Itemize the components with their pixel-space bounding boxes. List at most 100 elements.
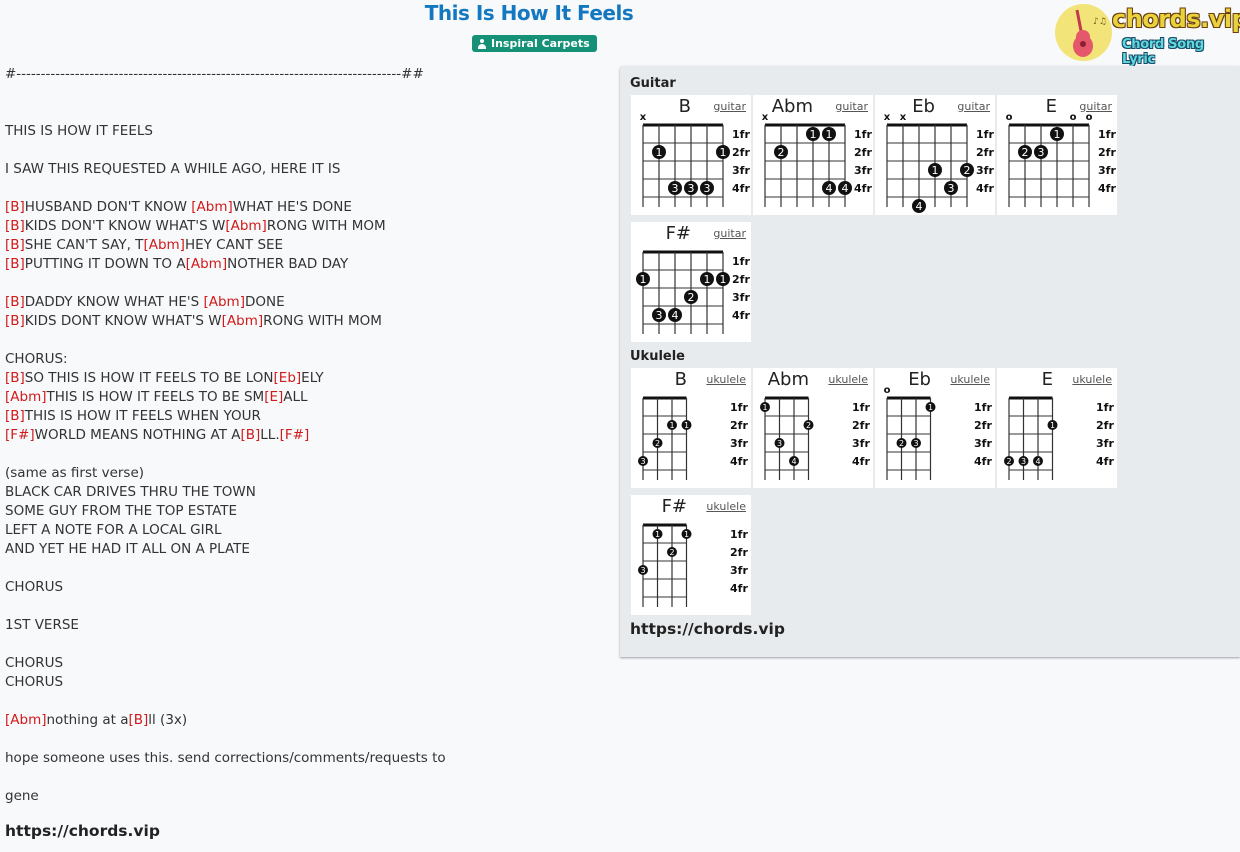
guitar-type-link[interactable]: guitar [713, 227, 746, 240]
ukulele-type-link[interactable]: ukulele [950, 373, 990, 386]
chord-link[interactable]: [Abm] [203, 294, 245, 310]
footer-site-link[interactable]: https://chords.vip [5, 822, 160, 840]
finger-number: 1 [932, 164, 939, 177]
chord-link[interactable]: [B] [5, 370, 25, 386]
chord-link[interactable]: [B] [5, 218, 25, 234]
chord-link[interactable]: [B] [5, 313, 25, 329]
ukulele-type-link[interactable]: ukulele [1072, 373, 1112, 386]
chord-link[interactable]: [Abm] [191, 199, 233, 215]
ukulele-type-link[interactable]: ukulele [828, 373, 868, 386]
finger-number: 1 [684, 530, 689, 539]
guitar-chord-card[interactable]: 1fr 2fr 3fr 4fr 1 1 1 2 3 4 F# guitar [631, 222, 751, 342]
chord-link[interactable]: [B] [5, 237, 25, 253]
muted-string-marker: x [640, 112, 647, 123]
finger-number: 3 [913, 439, 918, 448]
chord-name: B [678, 96, 691, 117]
lyric-text: gene [5, 788, 39, 804]
fret-label: 1fr [732, 128, 750, 141]
chord-link[interactable]: [F#] [280, 427, 310, 443]
fret-label: 1fr [974, 401, 992, 414]
fret-label: 4fr [974, 455, 992, 468]
fret-label: 4fr [732, 182, 750, 195]
lyric-line: SOME GUY FROM THE TOP ESTATE [5, 502, 605, 521]
nut [1009, 396, 1053, 400]
chord-link[interactable]: [Abm] [143, 237, 185, 253]
ukulele-chord-card[interactable]: 1fr 2fr 3fr 4fr 1 1 2 3 F# ukulele [631, 495, 751, 615]
artist-badge[interactable]: Inspiral Carpets [472, 35, 597, 52]
finger-number: 2 [669, 548, 674, 557]
fret-label: 4fr [852, 455, 870, 468]
fret-label: 3fr [1096, 437, 1114, 450]
ukulele-type-link[interactable]: ukulele [706, 373, 746, 386]
finger-number: 3 [688, 182, 695, 195]
finger-number: 4 [672, 309, 679, 322]
lyric-text: NOTHER BAD DAY [227, 256, 349, 272]
finger-number: 2 [688, 291, 695, 304]
lyric-text: CHORUS: [5, 351, 68, 367]
chord-link[interactable]: [Abm] [222, 313, 264, 329]
lyric-line: CHORUS: [5, 350, 605, 369]
nut [765, 123, 845, 127]
ukulele-chord-card[interactable]: 1fr 2fr 3fr 4fr 1 1 2 3 Bukulele [631, 368, 751, 488]
lyric-line: CHORUS [5, 654, 605, 673]
chord-link[interactable]: [E] [264, 389, 283, 405]
ukulele-fretboard: o 1fr 2fr 3fr 4fr 1 2 3 [884, 385, 992, 480]
guitar-chord-card[interactable]: x 1fr 2fr 3fr 4fr 1 1 2 4 4 Abm guitar [753, 95, 873, 215]
lyric-line: AND YET HE HAD IT ALL ON A PLATE [5, 540, 605, 559]
chord-diagrams-panel: Guitar x 1fr 2fr 3fr 4fr 1 1 3 3 3 Bguitar x 1fr 2fr 3… [620, 66, 1240, 657]
fret-label: 2fr [732, 146, 750, 159]
chord-link[interactable]: [Abm] [225, 218, 267, 234]
chord-link[interactable]: [B] [5, 408, 25, 424]
ukulele-type-link[interactable]: ukulele [706, 500, 746, 513]
guitar-chord-card[interactable]: x 1fr 2fr 3fr 4fr 1 1 3 3 3 Bguitar [631, 95, 751, 215]
muted-string-marker: x [762, 112, 769, 123]
lyric-line: [B]SHE CAN'T SAY, T[Abm]HEY CANT SEE [5, 236, 605, 255]
fret-label: 4fr [730, 455, 748, 468]
lyric-line [5, 445, 605, 464]
guitar-chord-card[interactable]: x x 1fr 2fr 3fr 4fr 1 2 3 4 Eb guitar [875, 95, 995, 215]
nut [887, 396, 931, 400]
lyric-line: [B]SO THIS IS HOW IT FEELS TO BE LON[Eb]… [5, 369, 605, 388]
ukulele-chord-card[interactable]: o 1fr 2fr 3fr 4fr 1 2 3 Eb ukulele [875, 368, 995, 488]
chord-name: E [1041, 369, 1053, 390]
chord-link[interactable]: [Abm] [5, 389, 47, 405]
lyric-line: [Abm]THIS IS HOW IT FEELS TO BE SM[E]ALL [5, 388, 605, 407]
logo-text: chords.vip [1112, 5, 1240, 33]
lyric-text: (same as first verse) [5, 465, 145, 481]
ukulele-section-title: Ukulele [630, 349, 686, 364]
nut [887, 123, 967, 127]
panel-site-link[interactable]: https://chords.vip [630, 620, 785, 638]
chord-link[interactable]: [B] [5, 199, 25, 215]
lyric-text: THIS IS HOW IT FEELS TO BE SM [46, 389, 265, 405]
chord-link[interactable]: [B] [5, 256, 25, 272]
guitar-type-link[interactable]: guitar [713, 100, 746, 113]
chord-link[interactable]: [Abm] [186, 256, 228, 272]
chord-link[interactable]: [B] [5, 294, 25, 310]
fret-label: 3fr [730, 564, 748, 577]
chord-link[interactable]: [B] [128, 712, 148, 728]
guitar-type-link[interactable]: guitar [835, 100, 868, 113]
finger-number: 3 [640, 566, 645, 575]
guitar-chord-card[interactable]: o o o 1fr 2fr 3fr 4fr 1 2 3 Eguitar [997, 95, 1117, 215]
lyric-text: DONE [244, 294, 285, 310]
chord-name: F# [665, 223, 691, 244]
lyric-line [5, 84, 605, 103]
site-logo[interactable]: ♪♫ chords.vip Chord Song Lyric [1054, 3, 1240, 67]
guitar-type-link[interactable]: guitar [1079, 100, 1112, 113]
guitar-type-link[interactable]: guitar [957, 100, 990, 113]
logo-subtitle: Chord Song Lyric [1122, 37, 1204, 67]
fret-label: 3fr [732, 291, 750, 304]
chord-link[interactable]: [Abm] [5, 712, 47, 728]
finger-number: 1 [928, 403, 933, 412]
finger-number: 2 [806, 421, 811, 430]
ukulele-chord-card[interactable]: 1fr 2fr 3fr 4fr 1 2 3 4 Eukulele [997, 368, 1117, 488]
chord-link[interactable]: [B] [240, 427, 260, 443]
ukulele-chord-card[interactable]: 1fr 2fr 3fr 4fr 1 2 3 4 Abm ukulele [753, 368, 873, 488]
chord-link[interactable]: [F#] [5, 427, 35, 443]
finger-number: 2 [964, 164, 971, 177]
fret-label: 3fr [852, 437, 870, 450]
lyric-text: DADDY KNOW WHAT HE'S [24, 294, 204, 310]
lyric-line: CHORUS [5, 578, 605, 597]
finger-number: 1 [810, 128, 817, 141]
chord-link[interactable]: [Eb] [274, 370, 302, 386]
